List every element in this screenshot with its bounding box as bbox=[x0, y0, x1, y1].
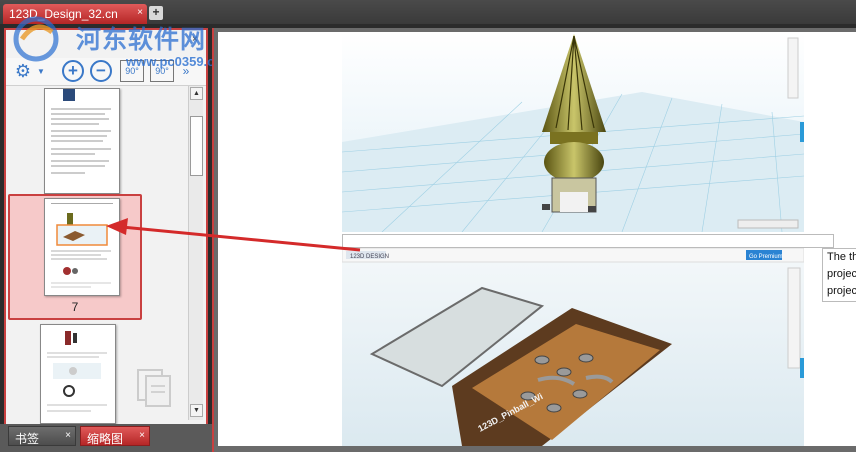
scroll-up-icon[interactable]: ▲ bbox=[190, 87, 203, 100]
page-8-preview bbox=[47, 331, 107, 412]
caption-band bbox=[342, 234, 834, 248]
document-page: 123D DESIGN Go Premium 123D_Pinball_Wi T… bbox=[218, 32, 856, 446]
page-7-preview bbox=[51, 203, 113, 288]
close-bookmarks-icon[interactable]: × bbox=[65, 430, 71, 441]
image-pinball-model: 123D DESIGN Go Premium 123D_Pinball_Wi bbox=[342, 248, 804, 446]
thumbnail-scrollbar[interactable]: ▲ ▼ bbox=[188, 86, 203, 420]
side-text-line-1: The th bbox=[827, 251, 856, 263]
page-6-preview bbox=[51, 89, 111, 174]
scrollbar-thumb[interactable] bbox=[190, 116, 203, 176]
thumbnail-label-7: 7 bbox=[71, 300, 79, 314]
panel-tab-bar: 书签 × 缩略图 × bbox=[0, 424, 212, 452]
close-thumbnails-icon[interactable]: × bbox=[139, 430, 145, 441]
tab-thumbnails[interactable]: 缩略图 × bbox=[80, 426, 150, 446]
watermark-logo-icon bbox=[13, 16, 59, 62]
side-paragraph: The th projec projec bbox=[822, 248, 856, 302]
watermark: 河东软件网 www.pc0359.cn bbox=[8, 8, 222, 73]
thumbnail-panel: ⚙ ▼ + − 90° 90° » 6 bbox=[4, 28, 208, 426]
scroll-down-icon[interactable]: ▼ bbox=[190, 404, 203, 417]
side-text-line-2: projec bbox=[827, 268, 856, 280]
go-premium-label: Go Premium bbox=[749, 254, 783, 260]
watermark-name: 河东软件网 bbox=[76, 25, 207, 54]
tab-thumbnails-label: 缩略图 bbox=[87, 432, 124, 446]
tab-bookmarks-label: 书签 bbox=[15, 432, 40, 446]
side-text-line-3: projec bbox=[827, 285, 856, 297]
image-cone-model bbox=[342, 32, 804, 232]
copy-pages-icon bbox=[137, 369, 171, 407]
document-viewer: 123D DESIGN Go Premium 123D_Pinball_Wi T… bbox=[212, 28, 856, 452]
watermark-url: www.pc0359.cn bbox=[126, 54, 223, 69]
thumbnail-page-6[interactable] bbox=[44, 88, 120, 194]
thumbnail-page-8[interactable] bbox=[40, 324, 116, 424]
thumbnail-page-7[interactable] bbox=[44, 198, 120, 296]
tab-bookmarks[interactable]: 书签 × bbox=[8, 426, 76, 446]
app-brand: 123D DESIGN bbox=[350, 254, 389, 260]
